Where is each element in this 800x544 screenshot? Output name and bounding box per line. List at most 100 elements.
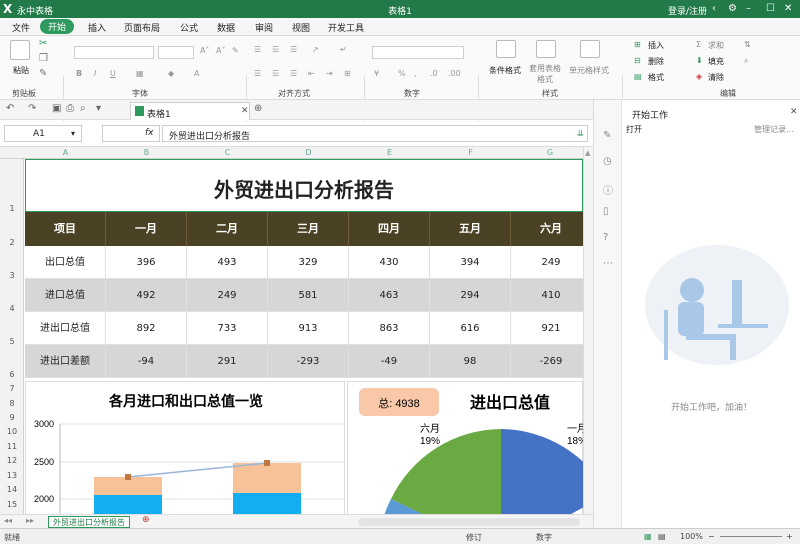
row-header[interactable]: 8 — [0, 399, 24, 408]
row-header[interactable]: 1 — [0, 204, 24, 213]
table-cell[interactable]: 581 — [268, 279, 349, 312]
row-header[interactable]: 14 — [0, 485, 24, 494]
name-box[interactable]: A1 ▾ — [4, 125, 82, 142]
vertical-scrollbar[interactable]: ▲ — [583, 147, 593, 514]
cell-style-button[interactable]: 单元格样式 — [569, 65, 609, 76]
task-pane-close-icon[interactable]: ✕ — [790, 107, 798, 117]
table-cell[interactable]: 863 — [349, 312, 430, 345]
table-cell[interactable]: 463 — [349, 279, 430, 312]
text-direction-icon[interactable]: ↗ — [312, 45, 319, 54]
menu-formula[interactable]: 公式 — [180, 21, 198, 34]
table-cell[interactable]: 493 — [187, 246, 268, 279]
italic-button[interactable]: I — [94, 69, 96, 78]
find-icon[interactable]: ⌕ — [744, 56, 748, 66]
edit-icon[interactable]: ✎ — [603, 130, 611, 141]
indent-increase-icon[interactable]: ⇥ — [326, 69, 333, 78]
align-top-icon[interactable]: ☰ — [254, 45, 261, 54]
align-bottom-icon[interactable]: ☰ — [290, 45, 297, 54]
menu-home[interactable]: 开始 — [40, 19, 75, 34]
table-cell[interactable]: 921 — [511, 312, 583, 345]
header-cell[interactable]: 五月 — [430, 212, 511, 246]
scroll-up-icon[interactable]: ▲ — [585, 149, 590, 157]
decrease-decimal-icon[interactable]: .00 — [448, 69, 461, 78]
table-cell[interactable]: 430 — [349, 246, 430, 279]
paste-icon[interactable] — [10, 40, 30, 60]
add-sheet-icon[interactable]: ⊕ — [142, 515, 150, 525]
clipboard-icon[interactable]: ▯ — [603, 206, 609, 217]
delete-cells-icon[interactable]: ⊟ — [634, 56, 641, 65]
login-link[interactable]: 登录/注册 — [668, 4, 707, 17]
undo-icon[interactable]: ↶ — [6, 103, 14, 114]
column-header-d[interactable]: D — [268, 148, 349, 157]
clear-icon[interactable]: ◈ — [696, 72, 702, 81]
table-cell[interactable]: 进出口差额 — [25, 345, 106, 378]
manage-records-link[interactable]: 管理记录... — [754, 124, 794, 135]
zoom-slider[interactable] — [720, 536, 782, 537]
print-icon[interactable]: ⎙ — [66, 103, 74, 114]
row-header[interactable]: 5 — [0, 337, 24, 346]
cell-style-icon[interactable] — [580, 40, 600, 58]
menu-view[interactable]: 视图 — [292, 21, 310, 34]
row-header[interactable]: 11 — [0, 442, 24, 451]
column-header-f[interactable]: F — [430, 148, 511, 157]
tab-close-icon[interactable]: ✕ — [241, 106, 249, 116]
table-cell[interactable]: 492 — [106, 279, 187, 312]
help-circle-icon[interactable]: ? — [603, 232, 608, 243]
help-icon[interactable]: ‹ — [712, 3, 716, 14]
header-cell[interactable]: 六月 — [511, 212, 583, 246]
font-name-select[interactable] — [74, 46, 154, 59]
status-revise[interactable]: 修订 — [466, 532, 482, 543]
conditional-format-icon[interactable] — [496, 40, 516, 58]
number-format-select[interactable] — [372, 46, 464, 59]
table-cell[interactable]: -293 — [268, 345, 349, 378]
table-cell[interactable]: 329 — [268, 246, 349, 279]
pie-chart[interactable]: 总: 4938 进出口总值 六月 19% 一月 18% — [347, 381, 583, 514]
table-cell[interactable]: -94 — [106, 345, 187, 378]
row-header[interactable]: 13 — [0, 471, 24, 480]
sort-filter-icon[interactable]: ⇅ — [744, 40, 751, 49]
table-cell[interactable]: 394 — [430, 246, 511, 279]
insert-cells-icon[interactable]: ⊞ — [634, 40, 641, 49]
merge-cells-icon[interactable]: ⊞ — [344, 69, 351, 78]
table-cell[interactable]: 733 — [187, 312, 268, 345]
align-middle-icon[interactable]: ☰ — [272, 45, 279, 54]
table-cell[interactable]: 294 — [430, 279, 511, 312]
shrink-font-icon[interactable]: A˅ — [216, 46, 225, 55]
horizontal-scrollbar[interactable] — [358, 518, 580, 526]
conditional-format-button[interactable]: 条件格式 — [489, 65, 521, 76]
fill-button[interactable]: 填充 — [708, 56, 724, 67]
thousands-icon[interactable]: , — [414, 69, 417, 78]
table-cell[interactable]: -49 — [349, 345, 430, 378]
format-cells-icon[interactable]: ▤ — [634, 72, 642, 81]
row-header[interactable]: 15 — [0, 500, 24, 509]
table-cell[interactable]: 396 — [106, 246, 187, 279]
increase-decimal-icon[interactable]: .0 — [430, 69, 438, 78]
bold-button[interactable]: B — [76, 69, 82, 78]
table-cell[interactable]: 98 — [430, 345, 511, 378]
expand-formula-icon[interactable]: ⇊ — [577, 129, 584, 138]
header-cell[interactable]: 一月 — [106, 212, 187, 246]
menu-developer[interactable]: 开发工具 — [328, 21, 364, 34]
table-cell[interactable]: -269 — [511, 345, 583, 378]
name-box-dropdown-icon[interactable]: ▾ — [71, 129, 75, 138]
open-link[interactable]: 打开 — [626, 124, 642, 135]
align-left-icon[interactable]: ☰ — [254, 69, 261, 78]
formula-input[interactable]: 外贸进出口分析报告 ⇊ — [162, 125, 588, 142]
indent-decrease-icon[interactable]: ⇤ — [308, 69, 315, 78]
table-cell[interactable]: 进出口总值 — [25, 312, 106, 345]
table-cell[interactable]: 进口总值 — [25, 279, 106, 312]
column-header-g[interactable]: G — [511, 148, 589, 157]
maximize-icon[interactable]: ☐ — [766, 3, 775, 14]
new-tab-icon[interactable]: ⊕ — [254, 103, 262, 114]
history-icon[interactable]: ◷ — [603, 156, 612, 167]
more-icon[interactable]: ⋯ — [603, 258, 613, 269]
minimize-icon[interactable]: – — [746, 3, 751, 14]
table-format-icon[interactable] — [536, 40, 556, 58]
paste-button[interactable]: 粘贴 — [13, 65, 29, 76]
table-cell[interactable]: 410 — [511, 279, 583, 312]
clear-format-icon[interactable]: ✎ — [232, 46, 239, 55]
column-header-c[interactable]: C — [187, 148, 268, 157]
info-icon[interactable]: ⓘ — [603, 182, 613, 197]
row-header[interactable]: 7 — [0, 384, 24, 393]
settings-icon[interactable]: ⚙ — [728, 3, 737, 14]
